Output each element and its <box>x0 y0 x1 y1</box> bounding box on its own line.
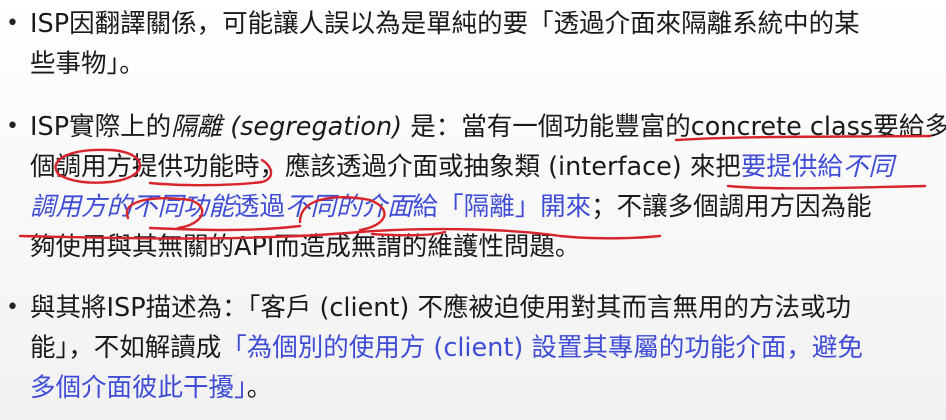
segregation-term: 隔離 (segregation) <box>171 112 403 142</box>
text-run: 與其將ISP描述為：「客戶 (client) 不應被迫使用對其而言無用的方法或功 <box>30 293 851 323</box>
highlight-run: 要提供給 <box>740 152 843 182</box>
highlight-run: 「為個別的使用方 (client) 設置其專屬的功能介面，避免 <box>221 333 863 363</box>
bullet-line: 與其將ISP描述為：「客戶 (client) 不應被迫使用對其而言無用的方法或功 <box>30 288 940 328</box>
text-run: ISP實際上的 <box>30 112 172 142</box>
slide: • ISP因翻譯關係，可能讓人誤以為是單純的要「透過介面來隔離系統中的某 些事物… <box>0 0 946 420</box>
bullet-3-text: 與其將ISP描述為：「客戶 (client) 不應被迫使用對其而言無用的方法或功… <box>30 288 940 408</box>
bullet-line: 個調用方提供功能時，應該透過介面或抽象類 (interface) 來把要提供給不… <box>30 147 940 187</box>
bullet-line: ISP因翻譯關係，可能讓人誤以為是單純的要「透過介面來隔離系統中的某 <box>30 4 940 44</box>
bullet-dot-icon: • <box>6 114 19 139</box>
text-run: 是：當有一個功能豐富的concrete class要給多 <box>402 112 946 142</box>
bullet-line: ISP實際上的隔離 (segregation) 是：當有一個功能豐富的concr… <box>30 107 946 147</box>
text-run: 夠使用與其無關的API而造成無謂的維護性問題。 <box>30 232 581 262</box>
bullet-line: 能」，不如解讀成「為個別的使用方 (client) 設置其專屬的功能介面，避免 <box>30 328 940 368</box>
highlight-run: 給「隔離」開來 <box>412 192 592 222</box>
highlight-run: 不同功能 <box>132 192 235 222</box>
bullet-dot-icon: • <box>6 295 19 320</box>
text-run: 個調用方提供功能時，應該透過介面或抽象類 (interface) 來把 <box>30 152 741 182</box>
bullet-1-text: ISP因翻譯關係，可能讓人誤以為是單純的要「透過介面來隔離系統中的某 些事物」。 <box>30 4 940 84</box>
bullet-2-text: ISP實際上的隔離 (segregation) 是：當有一個功能豐富的concr… <box>30 107 946 267</box>
highlight-run: 不同的介面 <box>285 192 413 222</box>
text-run: 能」，不如解讀成 <box>30 333 222 363</box>
text-run: 。 <box>246 373 273 403</box>
highlight-run: 透過 <box>234 192 286 222</box>
text-run: ISP因翻譯關係，可能讓人誤以為是單純的要「透過介面來隔離系統中的某 <box>30 9 860 39</box>
bullet-line: 夠使用與其無關的API而造成無謂的維護性問題。 <box>30 227 940 267</box>
highlight-run: 調用方的 <box>30 192 133 222</box>
highlight-run: 不同 <box>842 152 894 182</box>
text-run: 些事物」。 <box>30 49 145 79</box>
bullet-line: 些事物」。 <box>30 44 940 84</box>
bullet-line: 多個介面彼此干擾」。 <box>30 368 940 408</box>
bullet-line: 調用方的不同功能透過不同的介面給「隔離」開來；不讓多個調用方因為能 <box>30 187 940 227</box>
highlight-run: 多個介面彼此干擾」 <box>30 373 247 403</box>
text-run: ；不讓多個調用方因為能 <box>591 192 872 222</box>
bullet-dot-icon: • <box>6 11 19 36</box>
